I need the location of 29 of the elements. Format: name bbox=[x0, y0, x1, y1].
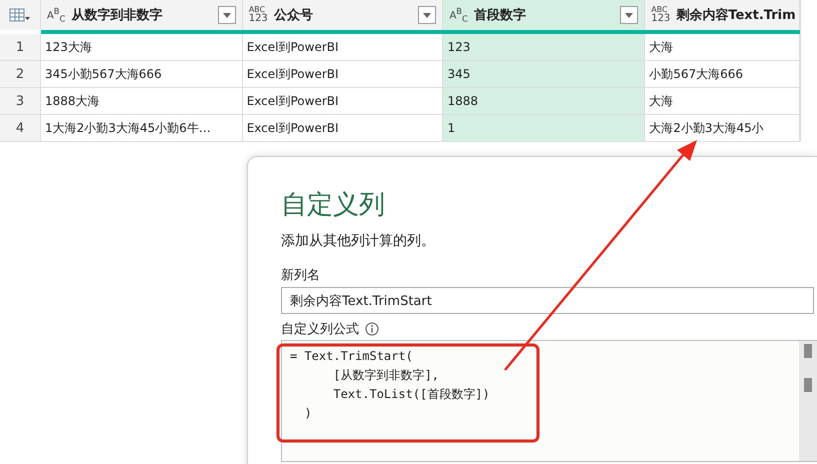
dialog-title: 自定义列 bbox=[281, 189, 386, 222]
any-type-icon[interactable]: ABC 123 bbox=[248, 6, 268, 24]
table-cell: 123 bbox=[443, 34, 646, 60]
table-cell: 345小勤567大海666 bbox=[40, 61, 243, 87]
table-cell: 小勤567大海666 bbox=[645, 61, 800, 87]
row-number: 1 bbox=[0, 34, 41, 60]
field-label: 自定义列公式 bbox=[281, 321, 359, 338]
table-cell: 1 bbox=[443, 115, 646, 141]
filter-dropdown-icon[interactable] bbox=[218, 6, 236, 24]
column-header[interactable]: A$^{B}$$_{C}$ 首段数字 bbox=[443, 0, 646, 30]
row-number: 3 bbox=[0, 88, 41, 114]
any-type-icon[interactable]: ABC 123 bbox=[651, 6, 670, 24]
table-cell: 大海 bbox=[645, 34, 800, 60]
filter-dropdown-icon[interactable] bbox=[620, 6, 638, 24]
table-cell: 1888大海 bbox=[40, 88, 243, 114]
table-cell: 345 bbox=[443, 61, 646, 87]
row-number: 2 bbox=[0, 61, 41, 87]
column-name-field[interactable]: 剩余内容Text.TrimStart bbox=[281, 287, 814, 314]
scrollbar[interactable] bbox=[799, 341, 817, 461]
filter-dropdown-icon[interactable] bbox=[418, 6, 436, 24]
formula-editor[interactable]: = Text.TrimStart( [从数字到非数字], Text.ToList([首段数字]) ) bbox=[281, 340, 817, 462]
table-cell: 1大海2小勤3大海45小勤6牛… bbox=[40, 115, 243, 141]
info-icon[interactable] bbox=[365, 322, 379, 336]
row-number: 4 bbox=[0, 115, 41, 141]
table-cell: 1888 bbox=[443, 88, 646, 114]
dialog-subtitle: 添加从其他列计算的列。 bbox=[281, 232, 436, 250]
table-cell: 大海 bbox=[645, 88, 800, 114]
table-cell: 123大海 bbox=[40, 34, 243, 60]
field-label: 新列名 bbox=[281, 267, 321, 284]
